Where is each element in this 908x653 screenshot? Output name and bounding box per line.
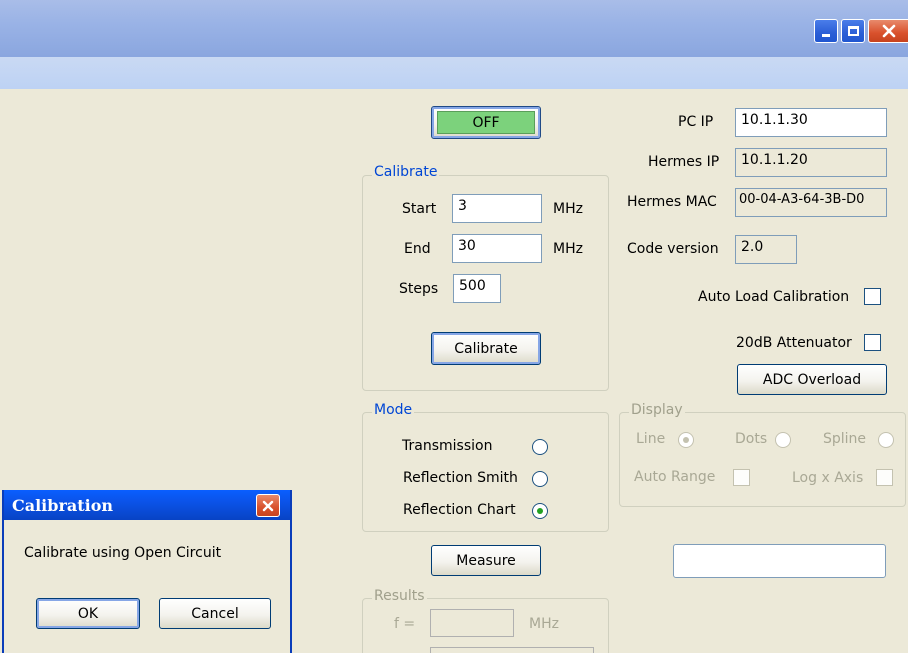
ok-button[interactable]: OK (36, 598, 140, 629)
steps-label: Steps (399, 281, 439, 297)
auto-range-label: Auto Range (634, 469, 716, 485)
f-unit: MHz (529, 616, 559, 632)
code-version-field: 2.0 (735, 235, 797, 264)
dialog-titlebar: Calibration (4, 490, 290, 520)
power-toggle-button[interactable]: OFF (431, 106, 541, 139)
window-titlebar (0, 0, 908, 57)
reflection-chart-radio[interactable] (532, 503, 548, 519)
pc-ip-label: PC IP (678, 114, 714, 130)
f-label: f = (394, 616, 416, 632)
close-button[interactable] (868, 19, 908, 43)
mode-option-label: Reflection Chart (403, 502, 516, 518)
status-field (673, 544, 886, 578)
hermes-mac-field: 00-04-A3-64-3B-D0 (735, 188, 887, 217)
attenuator-checkbox[interactable] (864, 334, 881, 351)
end-label: End (404, 241, 431, 257)
client-area: OFF Calibrate Start 3 MHz End 30 MHz Ste… (0, 89, 908, 653)
adc-overload-button[interactable]: ADC Overload (737, 364, 887, 395)
auto-range-checkbox[interactable] (733, 469, 750, 486)
results-legend: Results (372, 588, 427, 604)
line-label: Line (636, 431, 666, 447)
radio-selected-dot (683, 437, 689, 443)
pc-ip-input[interactable]: 10.1.1.30 (735, 108, 887, 137)
menu-bar (0, 57, 908, 89)
dialog-body: Calibrate using Open Circuit OK Cancel (4, 520, 290, 653)
reflection-smith-radio[interactable] (532, 471, 548, 487)
main-window: OFF Calibrate Start 3 MHz End 30 MHz Ste… (0, 0, 908, 653)
log-x-axis-checkbox[interactable] (876, 469, 893, 486)
log-x-axis-label: Log x Axis (792, 470, 864, 486)
radio-selected-dot (537, 508, 543, 514)
measure-button[interactable]: Measure (431, 545, 541, 576)
result-field-2 (430, 647, 594, 653)
mode-option-label: Reflection Smith (403, 470, 518, 486)
dialog-title: Calibration (12, 496, 114, 515)
dialog-message: Calibrate using Open Circuit (24, 545, 222, 561)
maximize-button[interactable] (841, 19, 865, 43)
cancel-button[interactable]: Cancel (159, 598, 271, 629)
mode-option-label: Transmission (402, 438, 493, 454)
maximize-icon (847, 26, 859, 36)
calibration-dialog: Calibration Calibrate using Open Circuit… (2, 490, 292, 653)
start-unit: MHz (553, 201, 583, 217)
mode-legend: Mode (372, 402, 415, 418)
minimize-icon (822, 34, 830, 37)
start-input[interactable]: 3 (452, 194, 542, 223)
steps-input[interactable]: 500 (453, 274, 501, 303)
display-legend: Display (629, 402, 685, 418)
minimize-button[interactable] (814, 19, 838, 43)
close-icon (262, 500, 274, 511)
start-label: Start (402, 201, 437, 217)
transmission-radio[interactable] (532, 439, 548, 455)
dots-radio[interactable] (775, 432, 791, 448)
dialog-close-button[interactable] (256, 494, 280, 517)
display-groupbox (619, 412, 906, 507)
auto-load-calibration-label: Auto Load Calibration (698, 289, 850, 305)
end-unit: MHz (553, 241, 583, 257)
calibrate-legend: Calibrate (372, 164, 440, 180)
end-input[interactable]: 30 (452, 234, 542, 263)
hermes-mac-label: Hermes MAC (627, 194, 717, 210)
close-icon (882, 24, 895, 38)
calibrate-button[interactable]: Calibrate (431, 332, 541, 365)
line-radio[interactable] (678, 432, 694, 448)
auto-load-calibration-checkbox[interactable] (864, 288, 881, 305)
code-version-label: Code version (627, 241, 719, 257)
spline-radio[interactable] (878, 432, 894, 448)
power-toggle-label: OFF (472, 114, 500, 131)
attenuator-label: 20dB Attenuator (736, 335, 852, 351)
f-field (430, 609, 514, 637)
dots-label: Dots (735, 431, 768, 447)
hermes-ip-label: Hermes IP (648, 154, 720, 170)
spline-label: Spline (823, 431, 867, 447)
hermes-ip-field: 10.1.1.20 (735, 148, 887, 177)
